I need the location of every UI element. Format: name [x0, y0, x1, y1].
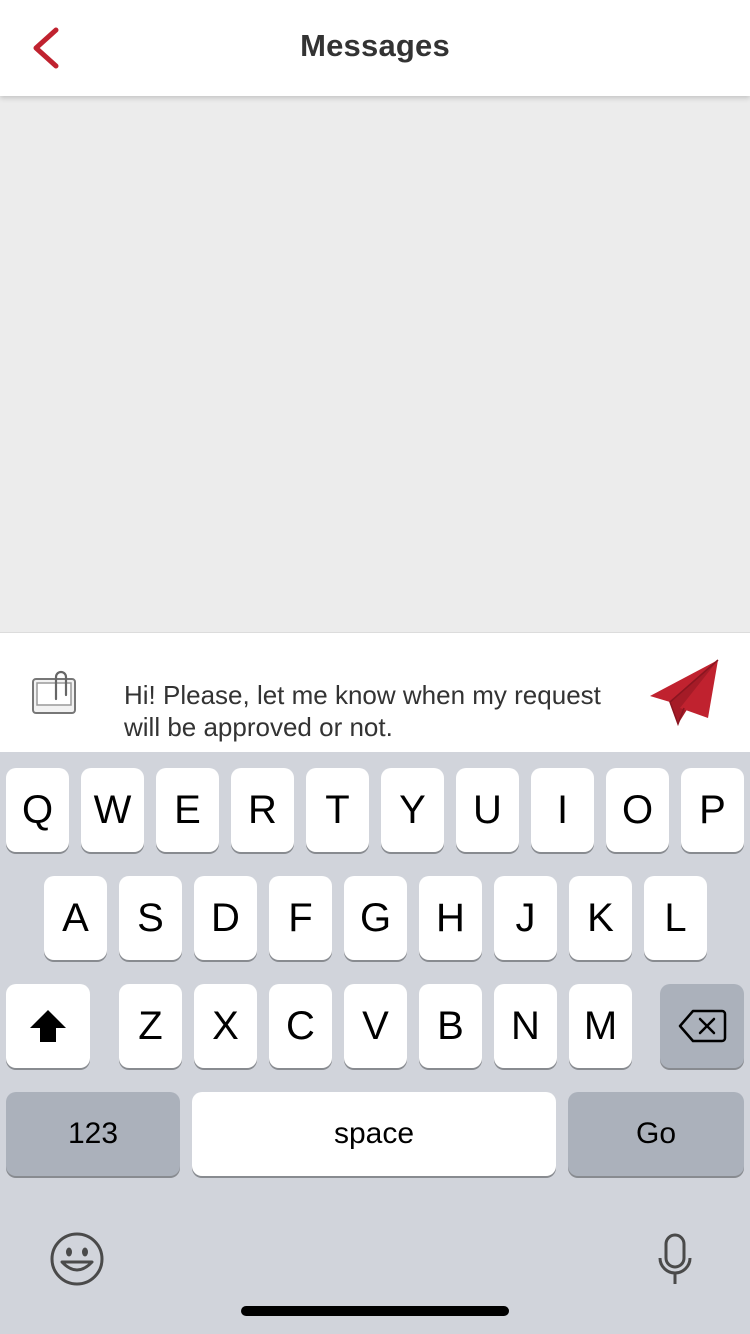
space-key[interactable]: space — [192, 1092, 556, 1176]
message-list[interactable] — [0, 96, 750, 632]
key-e[interactable]: E — [156, 768, 219, 852]
key-n[interactable]: N — [494, 984, 557, 1068]
paper-plane-send-icon — [650, 659, 719, 727]
home-indicator[interactable] — [241, 1306, 509, 1316]
key-x[interactable]: X — [194, 984, 257, 1068]
shift-key[interactable] — [6, 984, 90, 1068]
key-u[interactable]: U — [456, 768, 519, 852]
key-l[interactable]: L — [644, 876, 707, 960]
key-a[interactable]: A — [44, 876, 107, 960]
key-d[interactable]: D — [194, 876, 257, 960]
keyboard: Q W E R T Y U I O P A S D F G H J K L Z … — [0, 752, 750, 1334]
key-p[interactable]: P — [681, 768, 744, 852]
key-r[interactable]: R — [231, 768, 294, 852]
key-h[interactable]: H — [419, 876, 482, 960]
shift-arrow-icon — [30, 1010, 66, 1042]
key-f[interactable]: F — [269, 876, 332, 960]
dictation-button[interactable] — [654, 1232, 696, 1288]
key-i[interactable]: I — [531, 768, 594, 852]
send-button[interactable] — [646, 656, 724, 728]
attach-button[interactable] — [28, 669, 80, 721]
nav-header: Messages — [0, 0, 750, 96]
key-z[interactable]: Z — [119, 984, 182, 1068]
delete-key[interactable] — [660, 984, 744, 1068]
key-c[interactable]: C — [269, 984, 332, 1068]
key-y[interactable]: Y — [381, 768, 444, 852]
key-b[interactable]: B — [419, 984, 482, 1068]
key-v[interactable]: V — [344, 984, 407, 1068]
key-s[interactable]: S — [119, 876, 182, 960]
numbers-key[interactable]: 123 — [6, 1092, 180, 1176]
key-g[interactable]: G — [344, 876, 407, 960]
message-input[interactable]: Hi! Please, let me know when my request … — [124, 679, 614, 749]
key-m[interactable]: M — [569, 984, 632, 1068]
key-k[interactable]: K — [569, 876, 632, 960]
message-composer: Hi! Please, let me know when my request … — [0, 632, 750, 752]
key-j[interactable]: J — [494, 876, 557, 960]
attachment-clip-icon — [32, 670, 76, 714]
go-key[interactable]: Go — [568, 1092, 744, 1176]
backspace-icon — [678, 1009, 727, 1043]
key-q[interactable]: Q — [6, 768, 69, 852]
key-t[interactable]: T — [306, 768, 369, 852]
microphone-icon — [658, 1233, 692, 1284]
page-title: Messages — [300, 28, 450, 63]
emoji-button[interactable] — [48, 1230, 106, 1288]
emoji-icon — [50, 1232, 104, 1286]
key-o[interactable]: O — [606, 768, 669, 852]
key-w[interactable]: W — [81, 768, 144, 852]
